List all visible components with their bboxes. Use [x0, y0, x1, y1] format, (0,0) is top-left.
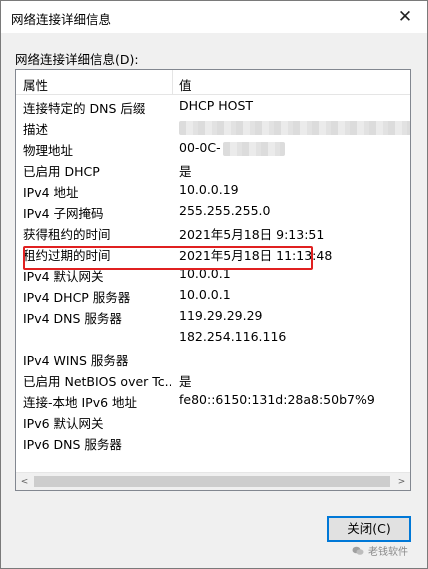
column-header-value[interactable]: 值: [179, 75, 192, 94]
row-property: IPv4 地址: [23, 185, 79, 200]
row-property: IPv6 DNS 服务器: [23, 437, 122, 452]
row-value: 182.254.116.116: [179, 329, 287, 344]
row-value: 10.0.0.1: [179, 287, 231, 302]
table-row[interactable]: IPv4 DNS 服务器 119.29.29.29: [16, 305, 410, 326]
row-property: 物理地址: [23, 143, 74, 158]
scrollbar-thumb[interactable]: [34, 476, 390, 487]
row-value: 是: [179, 374, 192, 389]
table-row[interactable]: 已启用 NetBIOS over Tc... 是: [16, 368, 410, 389]
row-property: 连接特定的 DNS 后缀: [23, 101, 146, 116]
row-value: 255.255.255.0: [179, 203, 271, 218]
row-value: DHCP HOST: [179, 98, 254, 113]
blur-mask: [179, 120, 410, 135]
table-row[interactable]: 描述: [16, 116, 410, 137]
dialog-client-area: 网络连接详细信息(D): 属性 值 连接特定的 DNS 后缀 DHCP HOST…: [1, 33, 427, 568]
table-row[interactable]: IPv6 默认网关: [16, 410, 410, 431]
row-value: 119.29.29.29: [179, 308, 263, 323]
row-value: 00-0C-: [179, 140, 285, 156]
scroll-left-icon[interactable]: <: [16, 474, 33, 490]
close-icon[interactable]: ✕: [391, 3, 419, 31]
list-header: 属性 值: [16, 70, 410, 95]
row-property: 已启用 DHCP: [23, 164, 100, 179]
list-rows: 连接特定的 DNS 后缀 DHCP HOST 描述 物理地址 00-0C- 已启…: [16, 95, 410, 452]
wechat-icon: [352, 546, 364, 555]
row-property: IPv6 默认网关: [23, 416, 104, 431]
column-header-property[interactable]: 属性: [23, 75, 48, 94]
table-row[interactable]: 获得租约的时间 2021年5月18日 9:13:51: [16, 221, 410, 242]
table-row[interactable]: IPv4 子网掩码 255.255.255.0: [16, 200, 410, 221]
row-value: 是: [179, 164, 192, 179]
row-value: fe80::6150:131d:28a8:50b7%9: [179, 392, 375, 407]
row-property: IPv4 DHCP 服务器: [23, 290, 131, 305]
table-row[interactable]: IPv6 DNS 服务器: [16, 431, 410, 452]
row-property: 已启用 NetBIOS over Tc...: [23, 374, 171, 389]
table-row[interactable]: IPv4 地址 10.0.0.19: [16, 179, 410, 200]
mac-prefix: 00-0C-: [179, 140, 221, 155]
title-bar[interactable]: 网络连接详细信息 ✕: [1, 1, 427, 33]
row-property: 描述: [23, 122, 49, 137]
table-row[interactable]: 物理地址 00-0C-: [16, 137, 410, 158]
table-row[interactable]: 连接-本地 IPv6 地址 fe80::6150:131d:28a8:50b7%…: [16, 389, 410, 410]
scroll-right-icon[interactable]: >: [393, 474, 410, 490]
row-property: IPv4 WINS 服务器: [23, 353, 129, 368]
column-divider[interactable]: [172, 70, 173, 94]
ipv4-address-highlight-box: [23, 246, 313, 270]
redacted-description: [179, 119, 410, 135]
details-listview[interactable]: 属性 值 连接特定的 DNS 后缀 DHCP HOST 描述 物理地址 00-0…: [15, 69, 411, 491]
table-row[interactable]: IPv4 DHCP 服务器 10.0.0.1: [16, 284, 410, 305]
row-value: 2021年5月18日 9:13:51: [179, 227, 325, 242]
details-label: 网络连接详细信息(D):: [15, 52, 139, 67]
dialog-window: 网络连接详细信息 ✕ 网络连接详细信息(D): 属性 值 连接特定的 DNS 后…: [0, 0, 428, 569]
close-button[interactable]: 关闭(C): [327, 516, 411, 542]
row-property: IPv4 DNS 服务器: [23, 311, 122, 326]
row-value: 10.0.0.19: [179, 182, 239, 197]
watermark: 老钱软件: [352, 543, 408, 558]
blur-mask: [222, 141, 285, 156]
row-property: 获得租约的时间: [23, 227, 111, 242]
window-title: 网络连接详细信息: [11, 12, 112, 27]
row-property: IPv4 子网掩码: [23, 206, 104, 221]
table-row[interactable]: 已启用 DHCP 是: [16, 158, 410, 179]
table-row[interactable]: 连接特定的 DNS 后缀 DHCP HOST: [16, 95, 410, 116]
table-row[interactable]: IPv4 WINS 服务器: [16, 347, 410, 368]
horizontal-scrollbar[interactable]: < >: [16, 472, 410, 490]
watermark-text: 老钱软件: [368, 547, 408, 558]
row-property: 连接-本地 IPv6 地址: [23, 395, 138, 410]
table-row[interactable]: 182.254.116.116: [16, 326, 410, 347]
